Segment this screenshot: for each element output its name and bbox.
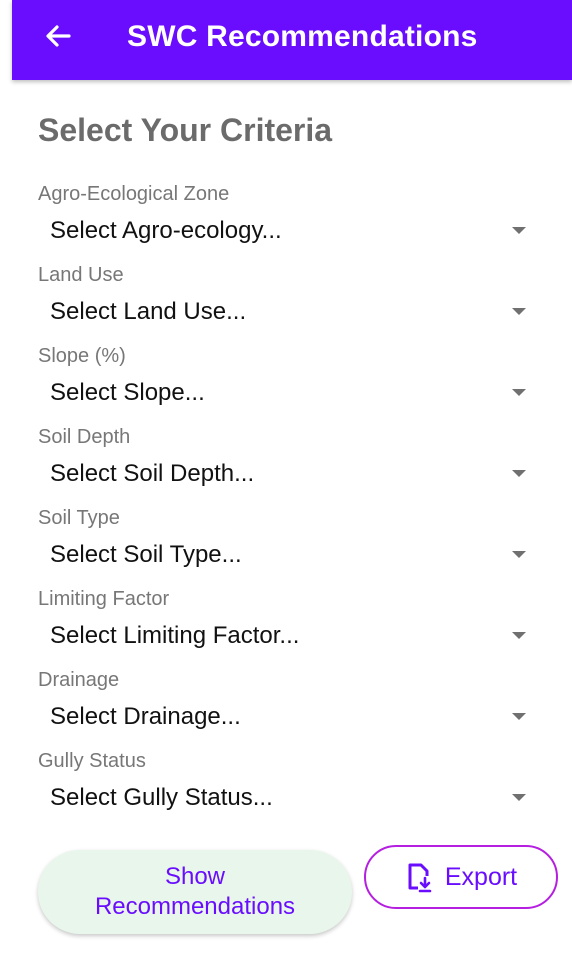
dropdown-value: Select Slope... xyxy=(50,379,205,406)
show-button-label-line2: Recommendations xyxy=(94,893,296,920)
field-label: Drainage xyxy=(38,669,120,691)
agro-ecological-zone-field: Agro-Ecological Zone Select Agro-ecology… xyxy=(38,183,538,259)
dropdown-value: Select Gully Status... xyxy=(50,784,273,811)
dropdown-value: Select Agro-ecology... xyxy=(50,217,282,244)
show-recommendations-button[interactable]: Show Recommendations xyxy=(38,850,352,934)
soil-depth-field: Soil Depth Select Soil Depth... xyxy=(38,426,538,502)
caret-down-icon xyxy=(512,227,526,234)
land-use-field: Land Use Select Land Use... xyxy=(38,264,538,340)
limiting-factor-dropdown[interactable]: Select Limiting Factor... xyxy=(38,612,538,656)
field-label: Slope (%) xyxy=(38,345,126,367)
caret-down-icon xyxy=(512,389,526,396)
caret-down-icon xyxy=(512,794,526,801)
field-label: Limiting Factor xyxy=(38,588,170,610)
export-label: Export xyxy=(444,862,518,891)
soil-type-dropdown[interactable]: Select Soil Type... xyxy=(38,531,538,575)
page-title: SWC Recommendations xyxy=(127,20,478,53)
caret-down-icon xyxy=(512,713,526,720)
slope-dropdown[interactable]: Select Slope... xyxy=(38,369,538,413)
agro-ecological-zone-dropdown[interactable]: Select Agro-ecology... xyxy=(38,207,538,251)
dropdown-value: Select Land Use... xyxy=(50,298,247,325)
section-title: Select Your Criteria xyxy=(38,112,333,148)
dropdown-value: Select Soil Depth... xyxy=(50,460,255,487)
field-label: Agro-Ecological Zone xyxy=(38,183,230,205)
soil-type-field: Soil Type Select Soil Type... xyxy=(38,507,538,583)
limiting-factor-field: Limiting Factor Select Limiting Factor..… xyxy=(38,588,538,664)
caret-down-icon xyxy=(512,632,526,639)
dropdown-value: Select Soil Type... xyxy=(50,541,242,568)
soil-depth-dropdown[interactable]: Select Soil Depth... xyxy=(38,450,538,494)
export-button[interactable]: Export xyxy=(364,845,558,909)
dropdown-value: Select Limiting Factor... xyxy=(50,622,300,649)
field-label: Soil Type xyxy=(38,507,120,529)
drainage-dropdown[interactable]: Select Drainage... xyxy=(38,693,538,737)
dropdown-value: Select Drainage... xyxy=(50,703,241,730)
back-button[interactable] xyxy=(40,18,76,54)
app-bar: SWC Recommendations xyxy=(12,0,572,80)
field-label: Gully Status xyxy=(38,750,146,772)
drainage-field: Drainage Select Drainage... xyxy=(38,669,538,745)
gully-status-dropdown[interactable]: Select Gully Status... xyxy=(38,774,538,818)
caret-down-icon xyxy=(512,308,526,315)
field-label: Land Use xyxy=(38,264,124,286)
land-use-dropdown[interactable]: Select Land Use... xyxy=(38,288,538,332)
field-label: Soil Depth xyxy=(38,426,131,448)
caret-down-icon xyxy=(512,551,526,558)
gully-status-field: Gully Status Select Gully Status... xyxy=(38,750,538,826)
caret-down-icon xyxy=(512,470,526,477)
show-button-label-line1: Show xyxy=(164,863,226,890)
file-download-icon xyxy=(405,861,435,893)
arrow-left-icon xyxy=(46,25,71,47)
slope-field: Slope (%) Select Slope... xyxy=(38,345,538,421)
